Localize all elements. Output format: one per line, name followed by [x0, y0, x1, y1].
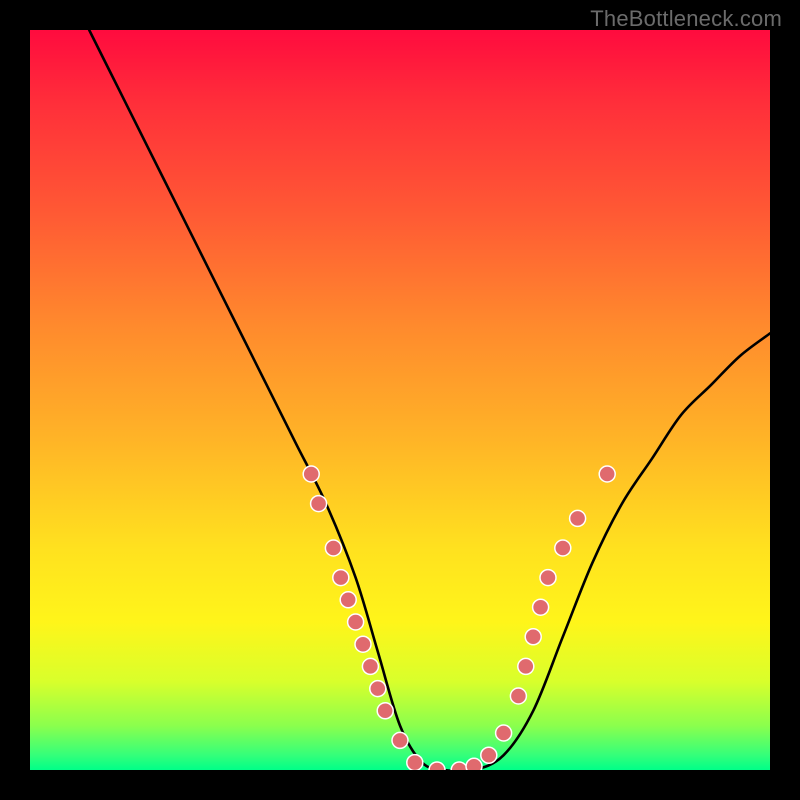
data-marker	[496, 725, 512, 741]
data-marker	[510, 688, 526, 704]
data-marker	[451, 762, 467, 770]
data-marker	[407, 755, 423, 770]
data-marker	[370, 681, 386, 697]
data-marker	[333, 570, 349, 586]
data-marker	[518, 658, 534, 674]
data-marker	[429, 762, 445, 770]
data-marker	[303, 466, 319, 482]
data-marker	[570, 510, 586, 526]
data-markers	[303, 466, 615, 770]
data-marker	[340, 592, 356, 608]
chart-frame: TheBottleneck.com	[0, 0, 800, 800]
plot-area	[30, 30, 770, 770]
data-marker	[555, 540, 571, 556]
bottleneck-curve-svg	[30, 30, 770, 770]
watermark-text: TheBottleneck.com	[590, 6, 782, 32]
bottleneck-curve	[89, 30, 770, 770]
data-marker	[525, 629, 541, 645]
data-marker	[481, 747, 497, 763]
data-marker	[348, 614, 364, 630]
data-marker	[466, 758, 482, 770]
data-marker	[362, 658, 378, 674]
data-marker	[311, 496, 327, 512]
data-marker	[325, 540, 341, 556]
data-marker	[540, 570, 556, 586]
data-marker	[392, 732, 408, 748]
data-marker	[533, 599, 549, 615]
data-marker	[377, 703, 393, 719]
data-marker	[355, 636, 371, 652]
data-marker	[599, 466, 615, 482]
